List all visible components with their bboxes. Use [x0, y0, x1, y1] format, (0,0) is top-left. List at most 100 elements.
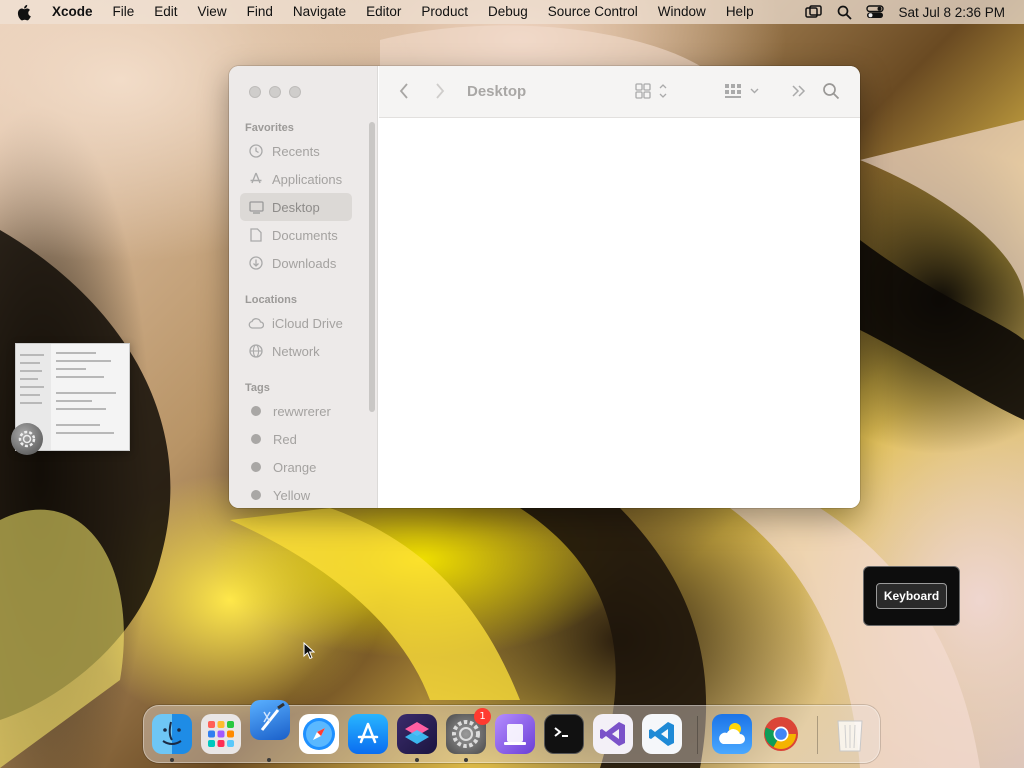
- thumbnail-line: [56, 432, 114, 434]
- sidebar-item-label: Downloads: [272, 255, 337, 271]
- thumbnail-line: [56, 424, 100, 426]
- sidebar-item-label: Documents: [272, 227, 338, 243]
- menu-edit[interactable]: Edit: [144, 0, 187, 24]
- sidebar-item-documents[interactable]: Documents: [240, 221, 352, 249]
- dock-trash-icon[interactable]: [830, 714, 870, 754]
- finder-content-area[interactable]: [379, 119, 860, 508]
- thumbnail-line: [20, 394, 40, 396]
- forward-chevron-icon[interactable]: [435, 82, 445, 100]
- window-title: Desktop: [467, 83, 527, 100]
- thumbnail-line: [56, 376, 104, 378]
- screen-mirroring-icon[interactable]: [805, 5, 823, 19]
- menu-bar-status: Sat Jul 8 2:36 PM: [805, 0, 1024, 24]
- menu-product[interactable]: Product: [411, 0, 478, 24]
- sidebar-item-label: Yellow: [273, 487, 311, 503]
- menu-debug[interactable]: Debug: [478, 0, 538, 24]
- dock-terminal-icon[interactable]: [544, 714, 584, 754]
- minimize-button[interactable]: [269, 86, 281, 98]
- dock-shortcuts-icon[interactable]: [397, 714, 437, 754]
- menu-window[interactable]: Window: [648, 0, 716, 24]
- dock-running-indicator: [170, 758, 174, 762]
- dock-launchpad-icon[interactable]: [201, 714, 241, 754]
- system-settings-thumbnail-icon: [11, 423, 43, 455]
- document-icon: [248, 227, 264, 243]
- sidebar-item-network[interactable]: Network: [240, 337, 352, 365]
- tag-dot-icon: [251, 406, 261, 416]
- group-by-icon[interactable]: [724, 82, 762, 100]
- tag-dot-icon: [251, 434, 261, 444]
- dock-visual-studio-icon[interactable]: [593, 714, 633, 754]
- applications-icon: [248, 171, 264, 187]
- spotlight-search-icon[interactable]: [837, 5, 853, 20]
- dock-separator: [697, 716, 698, 754]
- menu-app-name[interactable]: Xcode: [38, 0, 103, 24]
- keyboard-hud: Keyboard: [863, 566, 960, 626]
- dock-simulator-icon[interactable]: [495, 714, 535, 754]
- dock-separator: [817, 716, 818, 754]
- sidebar-item-icloud-drive[interactable]: iCloud Drive: [240, 309, 352, 337]
- window-controls: [249, 86, 301, 98]
- mouse-cursor-icon: [303, 642, 315, 660]
- dock-finder-icon[interactable]: [152, 714, 192, 754]
- dock: 1: [143, 700, 880, 763]
- back-chevron-icon[interactable]: [399, 82, 409, 100]
- dock-app-store-icon[interactable]: [348, 714, 388, 754]
- sidebar-scrollbar[interactable]: [369, 122, 375, 412]
- favorites-label: Favorites: [245, 122, 294, 134]
- sidebar-item-label: iCloud Drive: [272, 315, 343, 331]
- menu-help[interactable]: Help: [716, 0, 764, 24]
- system-settings-badge: 1: [474, 708, 491, 725]
- search-icon[interactable]: [822, 82, 840, 100]
- sidebar-item-desktop[interactable]: Desktop: [240, 193, 352, 221]
- thumbnail-line: [20, 402, 42, 404]
- sidebar-tag-yellow[interactable]: Yellow: [240, 481, 352, 508]
- menu-bar: Xcode File Edit View Find Navigate Edito…: [0, 0, 1024, 24]
- tag-dot-icon: [251, 462, 261, 472]
- menu-editor[interactable]: Editor: [356, 0, 411, 24]
- sidebar-item-applications[interactable]: Applications: [240, 165, 352, 193]
- menu-source-control[interactable]: Source Control: [538, 0, 648, 24]
- dock-running-indicator: [464, 758, 468, 762]
- sidebar-item-downloads[interactable]: Downloads: [240, 249, 352, 277]
- thumbnail-line: [56, 408, 106, 410]
- menu-file[interactable]: File: [103, 0, 145, 24]
- globe-icon: [248, 343, 264, 359]
- thumbnail-line: [20, 354, 44, 356]
- close-button[interactable]: [249, 86, 261, 98]
- dock-safari-icon[interactable]: [299, 714, 339, 754]
- menu-find[interactable]: Find: [237, 0, 283, 24]
- dock-vscode-icon[interactable]: [642, 714, 682, 754]
- sidebar-tag-orange[interactable]: Orange: [240, 453, 352, 481]
- sidebar-item-label: Network: [272, 343, 320, 359]
- dock-chrome-icon[interactable]: [761, 714, 801, 754]
- thumbnail-line: [20, 370, 42, 372]
- sidebar-item-label: Red: [273, 431, 297, 447]
- dock-xcode-icon[interactable]: [250, 700, 290, 740]
- thumbnail-line: [56, 368, 86, 370]
- thumbnail-line: [56, 360, 111, 362]
- finder-window: Favorites Recents Applications Desktop D…: [229, 66, 860, 508]
- thumbnail-line: [20, 362, 40, 364]
- download-icon: [248, 255, 264, 271]
- sidebar-item-recents[interactable]: Recents: [240, 137, 352, 165]
- sidebar-item-label: Orange: [273, 459, 317, 475]
- thumbnail-line: [56, 400, 92, 402]
- more-toolbar-items-icon[interactable]: [791, 82, 807, 100]
- sidebar-tag-rewwrerer[interactable]: rewwrerer: [240, 397, 352, 425]
- dock-weather-icon[interactable]: [712, 714, 752, 754]
- sidebar-tag-red[interactable]: Red: [240, 425, 352, 453]
- view-mode-grid-icon[interactable]: [635, 82, 671, 100]
- sidebar-item-label: Recents: [272, 143, 320, 159]
- sidebar-item-label: Applications: [272, 171, 343, 187]
- menu-view[interactable]: View: [188, 0, 237, 24]
- apple-menu-icon[interactable]: [16, 4, 38, 21]
- menu-bar-clock[interactable]: Sat Jul 8 2:36 PM: [898, 5, 1005, 20]
- zoom-button[interactable]: [289, 86, 301, 98]
- finder-toolbar: Desktop: [379, 66, 860, 118]
- dock-running-indicator: [415, 758, 419, 762]
- control-center-icon[interactable]: [866, 5, 885, 19]
- keyboard-hud-label: Keyboard: [875, 583, 948, 609]
- menu-navigate[interactable]: Navigate: [283, 0, 356, 24]
- thumbnail-line: [56, 352, 96, 354]
- sidebar-item-label: Desktop: [272, 199, 320, 215]
